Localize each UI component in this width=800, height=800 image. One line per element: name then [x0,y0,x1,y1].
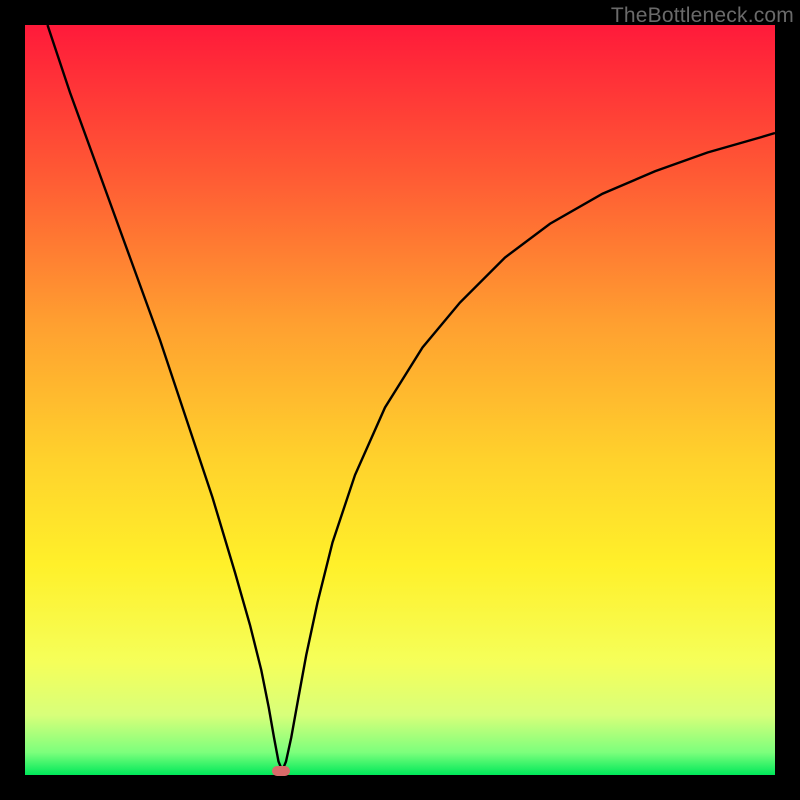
gradient-background [25,25,775,775]
minimum-marker [272,766,290,776]
bottleneck-chart [25,25,775,775]
attribution-label: TheBottleneck.com [611,4,794,28]
chart-frame [25,25,775,775]
